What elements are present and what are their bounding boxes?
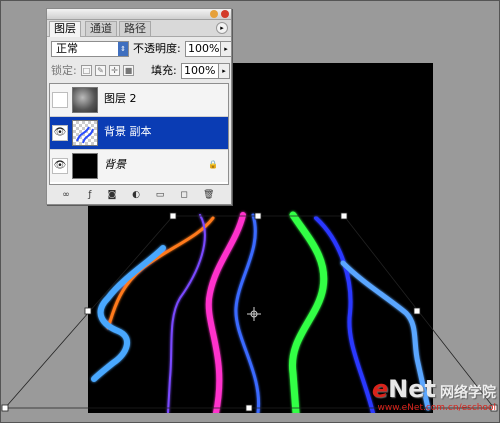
fill-arrow-icon[interactable]: ▸ <box>218 63 230 79</box>
layer-thumbnail <box>72 87 98 113</box>
lock-transparency-icon[interactable]: □ <box>81 65 92 76</box>
lock-pixels-icon[interactable]: ✎ <box>95 65 106 76</box>
transform-handle <box>413 307 421 315</box>
panel-menu-icon[interactable]: ▸ <box>216 22 228 34</box>
transform-handle <box>1 404 9 412</box>
lock-position-icon[interactable]: ✛ <box>109 65 120 76</box>
fill-value: 100% <box>184 64 216 77</box>
adjustment-layer-icon[interactable]: ◐ <box>131 190 141 200</box>
layers-list: 图层 2 👁 背景 副本 👁 背景 🔒 <box>49 83 229 185</box>
tab-channels[interactable]: 通道 <box>85 21 117 36</box>
layer-row[interactable]: 👁 背景 🔒 <box>50 150 228 182</box>
layer-thumbnail <box>72 153 98 179</box>
new-layer-icon[interactable]: ◻ <box>179 190 189 200</box>
opacity-value: 100% <box>188 42 220 55</box>
blend-mode-value: 正常 <box>56 42 78 55</box>
lock-all-icon[interactable]: ■ <box>123 65 134 76</box>
group-folder-icon[interactable]: ▭ <box>155 190 165 200</box>
layer-name: 背景 <box>104 158 126 171</box>
layer-name: 图层 2 <box>104 92 137 105</box>
lock-label: 锁定: <box>51 64 77 77</box>
transform-handle <box>254 212 262 220</box>
panel-tabs: 图层 通道 路径 ▸ <box>47 20 231 37</box>
lock-icon: 🔒 <box>208 160 218 169</box>
transform-handle <box>245 404 253 412</box>
blend-row: 正常 ⇕ 不透明度: 100% ▸ <box>47 39 232 59</box>
layers-bottom-toolbar: ∞ ƒ ◙ ◐ ▭ ◻ 🗑 <box>47 187 231 203</box>
panel-titlebar[interactable] <box>47 9 231 20</box>
layer-style-icon[interactable]: ƒ <box>85 190 95 200</box>
transform-handle <box>169 212 177 220</box>
fill-label: 填充: <box>151 64 177 77</box>
layers-panel: 图层 通道 路径 ▸ 正常 ⇕ 不透明度: 100% ▸ 锁定: □ ✎ ✛ ■… <box>46 8 232 205</box>
opacity-field[interactable]: 100% ▸ <box>185 41 232 57</box>
brand-red: e <box>371 375 389 403</box>
chevron-updown-icon[interactable]: ⇕ <box>118 42 128 56</box>
crosshair-icon <box>247 307 261 321</box>
close-icon[interactable] <box>221 10 229 18</box>
watermark-logo: eNet 网络学院 www.eNet.com.cn/eschool <box>372 375 496 413</box>
transform-handle <box>84 307 92 315</box>
mask-icon[interactable]: ◙ <box>107 190 117 200</box>
blend-mode-select[interactable]: 正常 ⇕ <box>51 41 129 57</box>
lock-row: 锁定: □ ✎ ✛ ■ 填充: 100% ▸ <box>47 61 231 81</box>
fill-field[interactable]: 100% ▸ <box>181 63 230 79</box>
link-icon[interactable]: ∞ <box>61 190 71 200</box>
opacity-arrow-icon[interactable]: ▸ <box>220 41 232 57</box>
brand-rest: Net <box>388 375 436 403</box>
layer-thumbnail <box>72 120 98 146</box>
visibility-toggle-empty[interactable] <box>52 92 68 108</box>
eye-icon[interactable]: 👁 <box>52 158 68 174</box>
layer-name: 背景 副本 <box>104 125 152 138</box>
minimize-icon[interactable] <box>210 10 218 18</box>
opacity-label: 不透明度: <box>133 42 181 55</box>
tab-paths[interactable]: 路径 <box>119 21 151 36</box>
tab-layers[interactable]: 图层 <box>49 21 81 37</box>
watermark-cn: 网络学院 <box>440 385 496 401</box>
eye-icon[interactable]: 👁 <box>52 125 68 141</box>
layer-row[interactable]: 图层 2 <box>50 84 228 117</box>
trash-icon[interactable]: 🗑 <box>203 190 214 200</box>
transform-handle <box>340 212 348 220</box>
layer-row-selected[interactable]: 👁 背景 副本 <box>50 117 228 150</box>
watermark-brand: eNet <box>372 375 436 403</box>
watermark-url: www.eNet.com.cn/eschool <box>377 403 496 413</box>
